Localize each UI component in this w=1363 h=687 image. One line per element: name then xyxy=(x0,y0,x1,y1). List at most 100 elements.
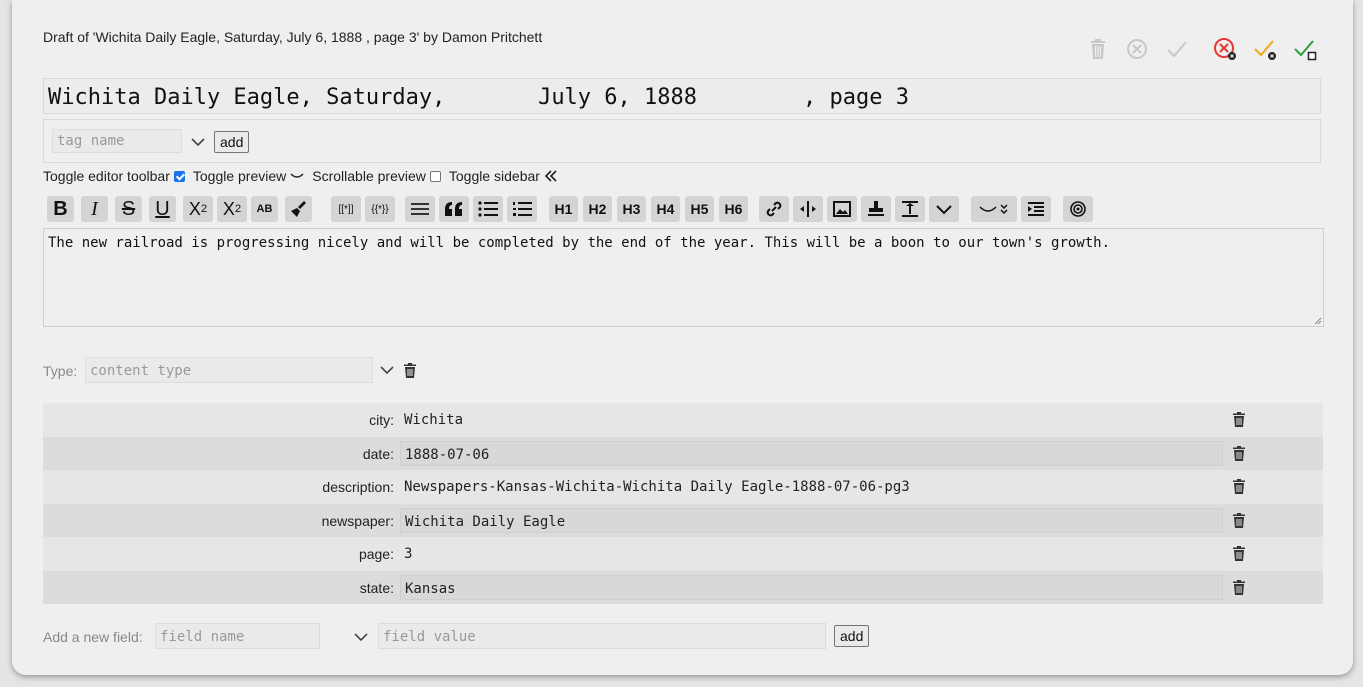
trash-icon[interactable] xyxy=(1233,579,1245,595)
add-tag-button[interactable]: add xyxy=(214,131,250,153)
toggle-sidebar[interactable]: Toggle sidebar xyxy=(449,168,558,184)
trash-icon[interactable] xyxy=(1233,445,1245,461)
draft-panel: Draft of 'Wichita Daily Eagle, Saturday,… xyxy=(12,0,1353,675)
toggle-preview[interactable]: Toggle preview xyxy=(193,168,304,184)
h3-button[interactable]: H3 xyxy=(617,196,646,222)
text-height-icon xyxy=(902,201,918,217)
link-template-button[interactable]: [[*]] xyxy=(331,196,361,222)
field-value[interactable]: Wichita Daily Eagle xyxy=(400,507,1223,533)
content-type-input[interactable]: content type xyxy=(85,357,373,383)
trash-icon xyxy=(1091,39,1105,59)
superscript-mark: 2 xyxy=(200,203,208,215)
field-value[interactable]: 1888-07-06 xyxy=(400,440,1223,466)
add-field-button[interactable]: add xyxy=(834,625,870,647)
font-button[interactable] xyxy=(405,196,435,222)
superscript-base: X xyxy=(188,198,201,219)
chevron-down-icon xyxy=(936,205,952,215)
type-label: Type: xyxy=(43,363,78,379)
link-button[interactable] xyxy=(759,196,789,222)
field-key: state: xyxy=(359,579,394,596)
trash-icon[interactable] xyxy=(1233,546,1245,561)
field-name-input[interactable]: field name xyxy=(155,623,320,649)
numbered-list-icon xyxy=(513,202,532,216)
smallcaps-button[interactable]: AB xyxy=(251,196,278,222)
bold-button[interactable]: B xyxy=(47,196,74,222)
italic-button[interactable]: I xyxy=(81,196,108,222)
h5-button[interactable]: H5 xyxy=(685,196,714,222)
table-row: newspaper: Wichita Daily Eagle xyxy=(43,503,1323,537)
content-editor[interactable]: The new railroad is progressing nicely a… xyxy=(43,228,1324,327)
subscript-button[interactable]: X2 xyxy=(217,196,247,222)
strikethrough-button[interactable]: S xyxy=(115,196,142,222)
cancel-button[interactable] xyxy=(1124,36,1150,62)
field-value[interactable]: Kansas xyxy=(400,574,1223,600)
underline-button[interactable]: U xyxy=(149,196,176,222)
blockquote-button[interactable] xyxy=(439,196,469,222)
check-icon xyxy=(1167,41,1187,58)
field-value[interactable]: Wichita xyxy=(400,407,1223,432)
font-sample-icon xyxy=(411,203,429,215)
view-toggles: Toggle editor toolbar Toggle preview Scr… xyxy=(43,166,566,186)
template-button[interactable]: {{*}} xyxy=(365,196,395,222)
h1-button[interactable]: H1 xyxy=(549,196,578,222)
accept-button[interactable] xyxy=(1164,36,1190,62)
trash-icon[interactable] xyxy=(1233,512,1245,528)
delete-draft-button[interactable] xyxy=(1085,36,1111,62)
chevron-down-icon[interactable] xyxy=(353,629,369,645)
table-row: page: 3 xyxy=(43,537,1323,571)
superscript-button[interactable]: X2 xyxy=(183,196,213,222)
field-key: description: xyxy=(322,479,394,495)
subscript-base: X xyxy=(222,198,235,219)
circle-x-badge-icon xyxy=(1214,38,1236,60)
title-value: Wichita Daily Eagle, Saturday, July 6, 1… xyxy=(48,85,909,110)
trash-icon[interactable] xyxy=(1233,412,1245,427)
field-value-input[interactable]: field value xyxy=(378,623,826,649)
image-button[interactable] xyxy=(827,196,857,222)
bullet-list-button[interactable] xyxy=(473,196,503,222)
fields-table: city: Wichita date: 1888-07-06 descripti… xyxy=(43,403,1323,604)
indent-button[interactable] xyxy=(1021,196,1051,222)
link-icon xyxy=(766,201,782,217)
more-button[interactable] xyxy=(929,196,959,222)
reject-button[interactable] xyxy=(1212,36,1238,62)
toggle-preview-label: Toggle preview xyxy=(192,168,287,184)
scrollable-preview-label: Scrollable preview xyxy=(312,168,426,184)
preview-dropdown[interactable] xyxy=(971,196,1017,222)
clear-format-button[interactable] xyxy=(285,196,312,222)
toggle-editor-toolbar-label: Toggle editor toolbar xyxy=(43,168,170,184)
scrollable-preview-checkbox[interactable] xyxy=(429,170,441,182)
tag-row: tag name add xyxy=(43,119,1321,163)
bullet-list-icon xyxy=(478,201,498,217)
check-square-icon xyxy=(1294,40,1317,61)
text-height-button[interactable] xyxy=(895,196,925,222)
spiral-button[interactable] xyxy=(1063,196,1093,222)
chevron-down-icon[interactable] xyxy=(379,362,395,378)
draft-header: Draft of 'Wichita Daily Eagle, Saturday,… xyxy=(43,29,543,45)
add-field-label: Add a new field: xyxy=(43,629,143,645)
image-icon xyxy=(833,201,851,217)
title-field[interactable]: Wichita Daily Eagle, Saturday, July 6, 1… xyxy=(43,78,1321,114)
table-row: state: Kansas xyxy=(43,570,1323,604)
scrollable-preview[interactable]: Scrollable preview xyxy=(312,168,441,184)
field-value[interactable]: Newspapers-Kansas-Wichita-Wichita Daily … xyxy=(400,474,1223,499)
split-button[interactable] xyxy=(793,196,823,222)
approve-button[interactable] xyxy=(1292,36,1318,62)
trash-icon[interactable] xyxy=(1233,479,1245,494)
field-value[interactable]: 3 xyxy=(400,541,1223,566)
approve-partial-button[interactable] xyxy=(1252,36,1278,62)
tag-name-input[interactable]: tag name xyxy=(52,129,182,153)
toggle-editor-toolbar[interactable]: Toggle editor toolbar xyxy=(43,168,185,184)
toggle-editor-toolbar-checkbox[interactable] xyxy=(173,170,185,182)
chevron-down-icon[interactable] xyxy=(190,134,206,150)
numbered-list-button[interactable] xyxy=(507,196,537,222)
stamp-button[interactable] xyxy=(861,196,891,222)
subscript-mark: 2 xyxy=(234,203,242,215)
trash-icon[interactable] xyxy=(404,363,416,378)
table-row: description: Newspapers-Kansas-Wichita-W… xyxy=(43,470,1323,504)
resize-handle-icon[interactable] xyxy=(1314,317,1322,325)
editor-text: The new railroad is progressing nicely a… xyxy=(48,235,1111,251)
h2-button[interactable]: H2 xyxy=(583,196,612,222)
check-badge-icon xyxy=(1254,40,1276,60)
h4-button[interactable]: H4 xyxy=(651,196,680,222)
h6-button[interactable]: H6 xyxy=(719,196,748,222)
